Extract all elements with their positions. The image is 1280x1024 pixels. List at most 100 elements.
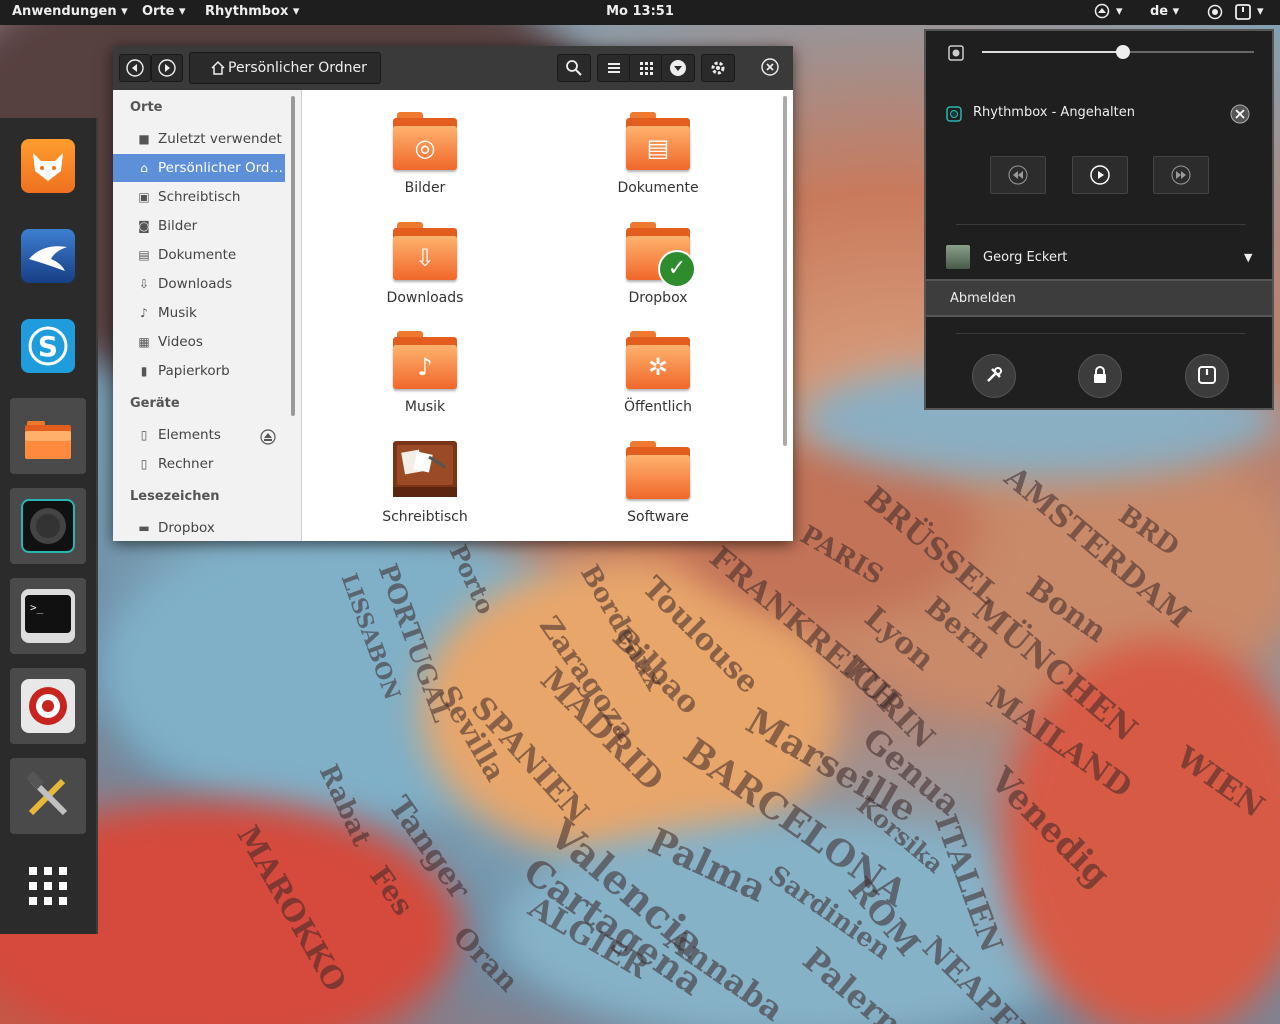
sidebar-item-trash[interactable]: ▮ Papierkorb <box>113 357 285 385</box>
settings-button[interactable] <box>701 54 735 82</box>
next-track-button[interactable] <box>1153 156 1209 194</box>
system-menu-arrow[interactable]: ▾ <box>1257 4 1264 19</box>
dock-item-bird[interactable] <box>10 218 86 294</box>
dock-item-terminal[interactable]: >_ <box>10 578 86 654</box>
volume-slider-fill <box>982 51 1124 53</box>
dock-item-apps[interactable] <box>10 848 86 924</box>
sidebar-scrollbar[interactable] <box>291 96 295 416</box>
dock-item-settings[interactable] <box>10 668 86 744</box>
folder-desktop[interactable]: Schreibtisch <box>360 437 490 537</box>
view-options-button[interactable] <box>661 54 695 82</box>
dock-item-files[interactable] <box>10 398 86 474</box>
user-name[interactable]: Georg Eckert <box>983 250 1067 265</box>
folder-music[interactable]: ♪ Musik <box>360 327 490 427</box>
dock-item-skype[interactable]: S <box>10 308 86 384</box>
file-view-scrollbar[interactable] <box>783 96 787 446</box>
volume-icon <box>948 45 964 65</box>
file-manager-toolbar: Persönlicher Ordner <box>113 46 793 90</box>
volume-slider-knob[interactable] <box>1116 45 1131 59</box>
folder-documents-icon: ▤ <box>626 112 690 172</box>
sidebar-header-devices: Geräte <box>130 396 180 411</box>
folder-label: Öffentlich <box>624 399 692 415</box>
file-manager-window: Persönlicher Ordner Orte ■ Zuletzt verwen… <box>113 46 793 541</box>
clock[interactable]: Mo 13:51 <box>0 4 1280 19</box>
system-settings-button[interactable] <box>972 354 1016 398</box>
svg-text:S: S <box>38 330 58 363</box>
folder-dropbox[interactable]: ✓ Dropbox <box>593 218 723 318</box>
search-button[interactable] <box>557 54 591 82</box>
sidebar: Orte ■ Zuletzt verwendet ⌂ Persönlicher Or… <box>113 90 302 541</box>
system-menu: Rhythmbox - Angehalten Georg Eckert ▼ Ab… <box>924 29 1274 410</box>
power-off-button[interactable] <box>1185 354 1229 398</box>
folder-public-icon: ✲ <box>626 331 690 391</box>
recent-icon: ■ <box>138 132 150 146</box>
lock-button[interactable] <box>1078 354 1122 398</box>
sidebar-item-recent[interactable]: ■ Zuletzt verwendet <box>113 125 285 153</box>
folder-label: Dokumente <box>617 180 699 196</box>
logout-item[interactable]: Abmelden <box>926 279 1272 317</box>
dock-item-tools[interactable] <box>10 758 86 834</box>
sidebar-item-downloads[interactable]: ⇩ Downloads <box>113 270 285 298</box>
sidebar-item-music[interactable]: ♪ Musik <box>113 299 285 327</box>
sidebar-item-label: Rechner <box>158 456 214 472</box>
sidebar-item-desktop[interactable]: ▣ Schreibtisch <box>113 183 285 211</box>
sidebar-item-label: Videos <box>158 334 203 350</box>
desktop-icon: ▣ <box>138 190 150 204</box>
dock-item-speaker[interactable] <box>10 488 86 564</box>
home-icon <box>210 53 226 83</box>
music-note-icon: ♪ <box>140 306 148 320</box>
sidebar-item-videos[interactable]: ▦ Videos <box>113 328 285 356</box>
download-icon: ⇩ <box>138 277 150 291</box>
sidebar-item-pictures[interactable]: ◙ Bilder <box>113 212 285 240</box>
checkmark-icon: ✓ <box>658 250 696 288</box>
trash-icon: ▮ <box>140 364 148 378</box>
keyboard-layout-menu[interactable]: de ▾ <box>1150 4 1179 19</box>
top-panel: Anwendungen ▾ Orte ▾ Rhythmbox ▾ Mo 13:5… <box>0 0 1280 25</box>
user-expand-arrow[interactable]: ▼ <box>1244 251 1252 264</box>
separator <box>956 224 1246 225</box>
sidebar-item-dropbox[interactable]: ▬ Dropbox <box>113 514 285 542</box>
bird-app-icon <box>21 229 75 283</box>
folder-software-icon <box>626 441 690 501</box>
folder-software[interactable]: Software <box>593 437 723 537</box>
power-icon[interactable] <box>1234 3 1252 25</box>
accessibility-icon[interactable] <box>1094 3 1110 23</box>
accessibility-arrow[interactable]: ▾ <box>1116 4 1123 19</box>
folder-label: Downloads <box>386 290 464 306</box>
volume-slider[interactable] <box>982 45 1254 59</box>
player-status: Rhythmbox - Angehalten <box>973 105 1135 120</box>
folder-label: Software <box>627 509 689 525</box>
separator <box>956 333 1246 334</box>
sidebar-item-documents[interactable]: ▤ Dokumente <box>113 241 285 269</box>
folder-dropbox-icon: ✓ <box>626 222 696 288</box>
camera-icon: ◙ <box>138 219 150 233</box>
folder-downloads[interactable]: ⇩ Downloads <box>360 218 490 318</box>
skype-icon: S <box>21 319 75 373</box>
sidebar-item-label: Dropbox <box>158 520 215 536</box>
sidebar-item-elements[interactable]: ▯ Elements <box>113 421 285 449</box>
sidebar-item-label: Zuletzt verwendet <box>158 131 282 147</box>
sidebar-item-home[interactable]: ⌂ Persönlicher Ord… <box>113 154 285 182</box>
folder-music-icon: ♪ <box>393 331 457 391</box>
close-player-icon[interactable] <box>1230 104 1250 128</box>
close-button[interactable] <box>755 54 785 80</box>
back-button[interactable] <box>119 54 151 82</box>
forward-button[interactable] <box>151 54 183 82</box>
folder-label: Bilder <box>404 180 446 196</box>
dock-item-fox[interactable] <box>10 128 86 204</box>
grid-view-button[interactable] <box>629 54 663 82</box>
sidebar-item-computer[interactable]: ▯ Rechner <box>113 450 285 478</box>
folder-documents[interactable]: ▤ Dokumente <box>593 108 723 208</box>
network-icon[interactable] <box>1207 4 1223 24</box>
play-button[interactable] <box>1072 156 1128 194</box>
tools-icon <box>21 769 75 823</box>
previous-track-button[interactable] <box>990 156 1046 194</box>
svg-text:>_: >_ <box>30 601 44 614</box>
sidebar-header-places: Orte <box>130 100 163 115</box>
list-view-button[interactable] <box>597 54 631 82</box>
folder-pictures-icon: ◎ <box>393 112 457 172</box>
folder-pictures[interactable]: ◎ Bilder <box>360 108 490 208</box>
folder-public[interactable]: ✲ Öffentlich <box>593 327 723 427</box>
sidebar-item-label: Dokumente <box>158 247 237 263</box>
path-bar-home[interactable]: Persönlicher Ordner <box>189 52 381 84</box>
